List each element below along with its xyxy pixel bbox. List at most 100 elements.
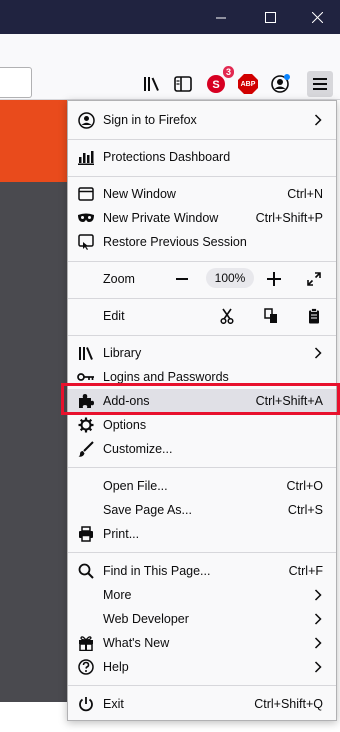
page-banner xyxy=(0,100,70,182)
paste-button[interactable] xyxy=(304,306,324,326)
adblock-icon: ABP xyxy=(238,74,258,94)
keyboard-shortcut: Ctrl+Shift+P xyxy=(255,211,323,225)
chevron-right-icon xyxy=(314,114,322,126)
keyboard-shortcut: Ctrl+N xyxy=(287,187,323,201)
account-icon xyxy=(77,111,95,129)
menu-item-new-private-window[interactable]: New Private Window Ctrl+Shift+P xyxy=(68,206,336,230)
menu-item-label: Options xyxy=(103,418,147,432)
chevron-right-icon xyxy=(314,589,322,601)
notification-badge: 3 xyxy=(222,66,234,78)
menu-item-open-file[interactable]: Open File... Ctrl+O xyxy=(68,474,336,498)
menu-item-label: Edit xyxy=(103,309,125,323)
zoom-out-button[interactable] xyxy=(172,269,192,289)
url-bar[interactable] xyxy=(0,67,32,98)
clipboard-icon xyxy=(309,308,319,324)
cut-button[interactable] xyxy=(217,306,237,326)
menu-item-help[interactable]: Help xyxy=(68,655,336,679)
menu-item-label: New Window xyxy=(103,187,176,201)
chevron-right-icon xyxy=(314,347,322,359)
fullscreen-button[interactable] xyxy=(304,269,324,289)
title-bar xyxy=(0,0,340,34)
close-icon xyxy=(311,11,323,23)
maximize-button[interactable] xyxy=(247,0,293,34)
menu-item-customize[interactable]: Customize... xyxy=(68,437,336,461)
menu-separator xyxy=(68,467,336,468)
menu-item-web-developer[interactable]: Web Developer xyxy=(68,607,336,631)
menu-item-label: What's New xyxy=(103,636,170,650)
menu-item-label: More xyxy=(103,588,132,602)
menu-item-label: Protections Dashboard xyxy=(103,150,231,164)
menu-item-label: Library xyxy=(103,346,142,360)
menu-separator xyxy=(68,552,336,553)
new-window-icon xyxy=(77,185,95,203)
library-icon xyxy=(144,77,159,91)
menu-item-label: Logins and Passwords xyxy=(103,370,229,384)
zoom-in-button[interactable] xyxy=(264,269,284,289)
fullscreen-icon xyxy=(307,272,321,286)
library-button[interactable] xyxy=(140,72,164,96)
copy-icon xyxy=(264,308,277,323)
gift-icon xyxy=(77,634,95,652)
menu-item-new-window[interactable]: New Window Ctrl+N xyxy=(68,182,336,206)
account-button[interactable] xyxy=(268,72,292,96)
addons-highlight-box xyxy=(61,383,340,415)
copy-button[interactable] xyxy=(261,306,281,326)
close-button[interactable] xyxy=(294,0,340,34)
menu-item-label: New Private Window xyxy=(103,211,219,225)
menu-item-more[interactable]: More xyxy=(68,583,336,607)
extension-button[interactable]: S 3 xyxy=(204,66,234,96)
scissors-icon xyxy=(220,308,234,324)
menu-separator xyxy=(68,685,336,686)
hamburger-icon xyxy=(313,78,327,90)
menu-item-zoom: Zoom xyxy=(68,267,336,291)
hamburger-menu-button[interactable] xyxy=(307,71,333,97)
menu-item-protections[interactable]: Protections Dashboard xyxy=(68,145,336,169)
zoom-reset-button[interactable]: 100% xyxy=(206,268,254,288)
menu-item-sign-in[interactable]: Sign in to Firefox xyxy=(68,108,336,132)
minimize-button[interactable] xyxy=(198,0,244,34)
help-icon xyxy=(77,658,95,676)
menu-item-options[interactable]: Options xyxy=(68,413,336,437)
menu-item-save-page[interactable]: Save Page As... Ctrl+S xyxy=(68,498,336,522)
menu-item-library[interactable]: Library xyxy=(68,341,336,365)
private-mask-icon xyxy=(77,209,95,227)
minimize-icon xyxy=(215,17,226,18)
search-icon xyxy=(77,562,95,580)
paintbrush-icon xyxy=(77,440,95,458)
sidebar-button[interactable] xyxy=(171,72,195,96)
adblock-button[interactable]: ABP xyxy=(236,72,260,96)
stop-sign-extension-icon: S xyxy=(207,75,225,93)
menu-separator xyxy=(68,139,336,140)
menu-item-label: Open File... xyxy=(103,479,168,493)
menu-item-find[interactable]: Find in This Page... Ctrl+F xyxy=(68,559,336,583)
gear-icon xyxy=(77,416,95,434)
restore-session-icon xyxy=(77,233,95,251)
minus-icon xyxy=(176,278,188,280)
menu-item-restore-session[interactable]: Restore Previous Session xyxy=(68,230,336,254)
printer-icon xyxy=(77,525,95,543)
keyboard-shortcut: Ctrl+S xyxy=(287,503,323,517)
chevron-right-icon xyxy=(314,661,322,673)
page-dark-area xyxy=(0,182,70,702)
keyboard-shortcut: Ctrl+O xyxy=(286,479,323,493)
menu-item-whats-new[interactable]: What's New xyxy=(68,631,336,655)
menu-item-print[interactable]: Print... xyxy=(68,522,336,546)
menu-separator xyxy=(68,261,336,262)
menu-item-label: Print... xyxy=(103,527,140,541)
svg-text:S: S xyxy=(212,79,219,91)
menu-item-exit[interactable]: Exit Ctrl+Shift+Q xyxy=(68,692,336,716)
chevron-right-icon xyxy=(314,613,322,625)
plus-icon xyxy=(267,272,281,286)
chevron-right-icon xyxy=(314,637,322,649)
menu-item-label: Exit xyxy=(103,697,124,711)
keyboard-shortcut: Ctrl+Shift+Q xyxy=(254,697,323,711)
menu-item-label: Zoom xyxy=(103,272,135,286)
maximize-icon xyxy=(264,11,276,23)
navigation-toolbar: S 3 ABP xyxy=(0,34,340,100)
dashboard-icon xyxy=(77,148,95,166)
menu-item-label: Find in This Page... xyxy=(103,564,211,578)
menu-item-label: Customize... xyxy=(103,442,173,456)
menu-separator xyxy=(68,335,336,336)
keyboard-shortcut: Ctrl+F xyxy=(288,564,323,578)
menu-item-label: Web Developer xyxy=(103,612,189,626)
